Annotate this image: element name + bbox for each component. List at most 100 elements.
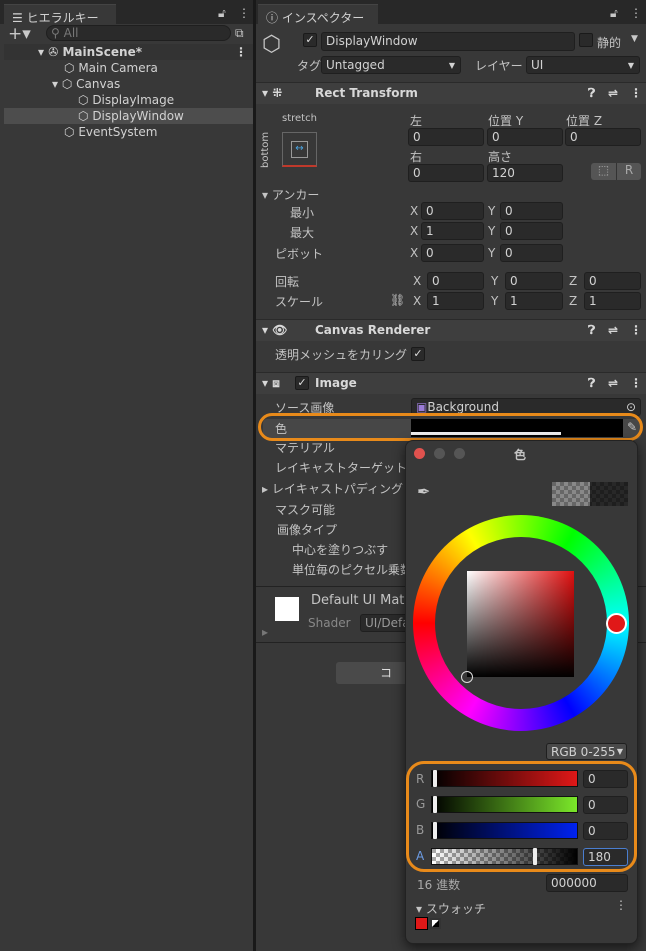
tree-item-selected[interactable]: ⬡ DisplayWindow — [4, 108, 253, 124]
min-label: 最小 — [290, 206, 315, 220]
anchors-foldout[interactable]: ▾ アンカー — [262, 186, 319, 203]
presets-icon[interactable]: ⇌ — [608, 376, 618, 390]
anchor-preset-side-label: bottom — [260, 131, 271, 168]
anchor-min-x[interactable]: 0 — [421, 202, 484, 220]
more-icon[interactable]: ⋮ — [615, 898, 627, 912]
tree-item[interactable]: ▾ ⬡ Canvas — [4, 76, 253, 92]
zoom-button[interactable] — [454, 448, 465, 459]
more-icon[interactable]: ⋮ — [630, 86, 642, 100]
hex-field[interactable]: 000000 — [546, 874, 628, 892]
more-icon[interactable]: ⋮ — [630, 323, 642, 337]
rotation-y[interactable]: 0 — [505, 272, 563, 290]
tab-hierarchy[interactable]: ☰ ヒエラルキー — [4, 4, 116, 26]
swatch-red[interactable] — [415, 917, 428, 930]
lock-icon[interactable]: 🔓︎ — [610, 6, 618, 21]
tree-item[interactable]: ⬡ DisplayImage — [4, 92, 253, 108]
gameobject-icon: ⬡ — [61, 77, 73, 91]
raycast-padding-foldout[interactable]: ▸ レイキャストパディング — [262, 480, 403, 497]
hex-label: 16 進数 — [417, 878, 461, 892]
color-mode-dropdown[interactable]: RGB 0-255 ▼ — [546, 743, 627, 760]
rotation-z[interactable]: 0 — [584, 272, 641, 290]
material-foldout[interactable]: ▸ — [262, 625, 268, 639]
object-name-field[interactable]: DisplayWindow — [321, 32, 575, 51]
more-icon[interactable]: ⋮ — [630, 6, 642, 20]
tree-item-mainscene[interactable]: ▾ ✇ MainScene* ⋮ — [4, 44, 253, 60]
highlight-color-row — [258, 413, 643, 441]
help-icon[interactable]: ❓︎ — [588, 86, 595, 101]
posy-label: 位置 Y — [488, 114, 524, 128]
sv-handle[interactable] — [461, 671, 473, 683]
anchor-preset-label: stretch — [282, 113, 317, 124]
left-label: 左 — [410, 114, 423, 128]
scale-label: スケール — [275, 295, 324, 309]
scale-z[interactable]: 1 — [584, 292, 641, 310]
tab-inspector[interactable]: ⓘ インスペクター — [258, 4, 378, 26]
ppu-label: 単位毎のピクセル乗数 — [292, 563, 413, 577]
posz-label: 位置 Z — [566, 114, 603, 128]
layer-label: レイヤー — [475, 59, 523, 73]
help-icon[interactable]: ❓︎ — [588, 376, 595, 391]
presets-icon[interactable]: ⇌ — [608, 86, 618, 100]
more-icon[interactable]: ⋮ — [238, 6, 250, 20]
hierarchy-search[interactable]: ⚲ All — [46, 25, 231, 41]
blueprint-mode-button[interactable]: ⬚ — [591, 163, 616, 180]
posz-field[interactable]: 0 — [565, 128, 641, 146]
saturation-value-square[interactable] — [467, 571, 574, 677]
more-icon[interactable]: ⋮ — [630, 376, 642, 390]
swatch-current[interactable] — [430, 918, 441, 929]
minimize-button[interactable] — [434, 448, 445, 459]
raycast-target-label: レイキャストターゲット — [275, 461, 408, 475]
anchor-min-y[interactable]: 0 — [500, 202, 563, 220]
height-label: 高さ — [488, 150, 513, 164]
right-field[interactable]: 0 — [408, 164, 484, 182]
image-enabled-checkbox[interactable]: ✓ — [295, 376, 309, 390]
gameobject-icon: ⬡ — [64, 125, 75, 139]
swatches-foldout[interactable]: ▾ スウォッチ — [416, 900, 486, 917]
anchor-max-x[interactable]: 1 — [421, 222, 484, 240]
hierarchy-panel — [0, 24, 253, 951]
maskable-label: マスク可能 — [275, 503, 336, 517]
tag-label: タグ — [297, 59, 322, 73]
active-checkbox[interactable]: ✓ — [303, 33, 317, 47]
gameobject-icon: ⬡ — [78, 93, 89, 107]
cull-checkbox[interactable]: ✓ — [411, 347, 425, 361]
canvas-renderer-header[interactable]: ▾ 👁︎ Canvas Renderer ❓︎ ⇌ ⋮ — [256, 319, 646, 341]
gameobject-icon[interactable]: ⬡ — [262, 32, 281, 57]
close-button[interactable] — [414, 448, 425, 459]
unity-scene-icon: ✇ — [48, 45, 59, 59]
list-icon: ☰ — [12, 11, 27, 25]
search-mode-icon[interactable]: ⧉ — [235, 26, 244, 41]
anchor-preset-button[interactable]: ↔ — [282, 132, 317, 167]
static-dropdown[interactable]: ▼ — [631, 34, 638, 44]
tree-item[interactable]: ⬡ EventSystem — [4, 124, 253, 140]
color-preview — [552, 482, 628, 506]
cull-label: 透明メッシュをカリング — [275, 348, 408, 362]
height-field[interactable]: 120 — [487, 164, 563, 182]
rect-transform-header[interactable]: ▾ ⁜ Rect Transform ❓︎ ⇌ ⋮ — [256, 82, 646, 104]
tag-dropdown[interactable]: Untagged ▼ — [321, 56, 461, 74]
layer-dropdown[interactable]: UI ▼ — [526, 56, 640, 74]
raw-edit-button[interactable]: R — [616, 163, 641, 180]
constrain-proportions-icon[interactable]: ⛓ — [390, 293, 405, 307]
pivot-x[interactable]: 0 — [421, 244, 484, 262]
rotation-x[interactable]: 0 — [427, 272, 484, 290]
scale-x[interactable]: 1 — [427, 292, 484, 310]
left-field[interactable]: 0 — [408, 128, 484, 146]
eyedropper-icon[interactable]: ✒ — [417, 482, 430, 501]
hue-handle[interactable] — [606, 613, 627, 634]
tree-item[interactable]: ⬡ Main Camera — [4, 60, 253, 76]
material-label: マテリアル — [275, 441, 335, 455]
fill-center-label: 中心を塗りつぶす — [292, 543, 389, 557]
scale-y[interactable]: 1 — [505, 292, 563, 310]
anchor-max-y[interactable]: 0 — [500, 222, 563, 240]
presets-icon[interactable]: ⇌ — [608, 323, 618, 337]
pivot-y[interactable]: 0 — [500, 244, 563, 262]
highlight-rgba-sliders — [406, 761, 637, 872]
pivot-label: ピボット — [275, 247, 324, 261]
image-header[interactable]: ▾ ⧈ ✓ Image ❓︎ ⇌ ⋮ — [256, 372, 646, 394]
add-button[interactable]: +▾ — [8, 24, 31, 44]
lock-icon[interactable]: 🔓︎ — [218, 6, 226, 21]
posy-field[interactable]: 0 — [487, 128, 563, 146]
help-icon[interactable]: ❓︎ — [588, 323, 595, 338]
static-checkbox[interactable] — [579, 33, 593, 47]
